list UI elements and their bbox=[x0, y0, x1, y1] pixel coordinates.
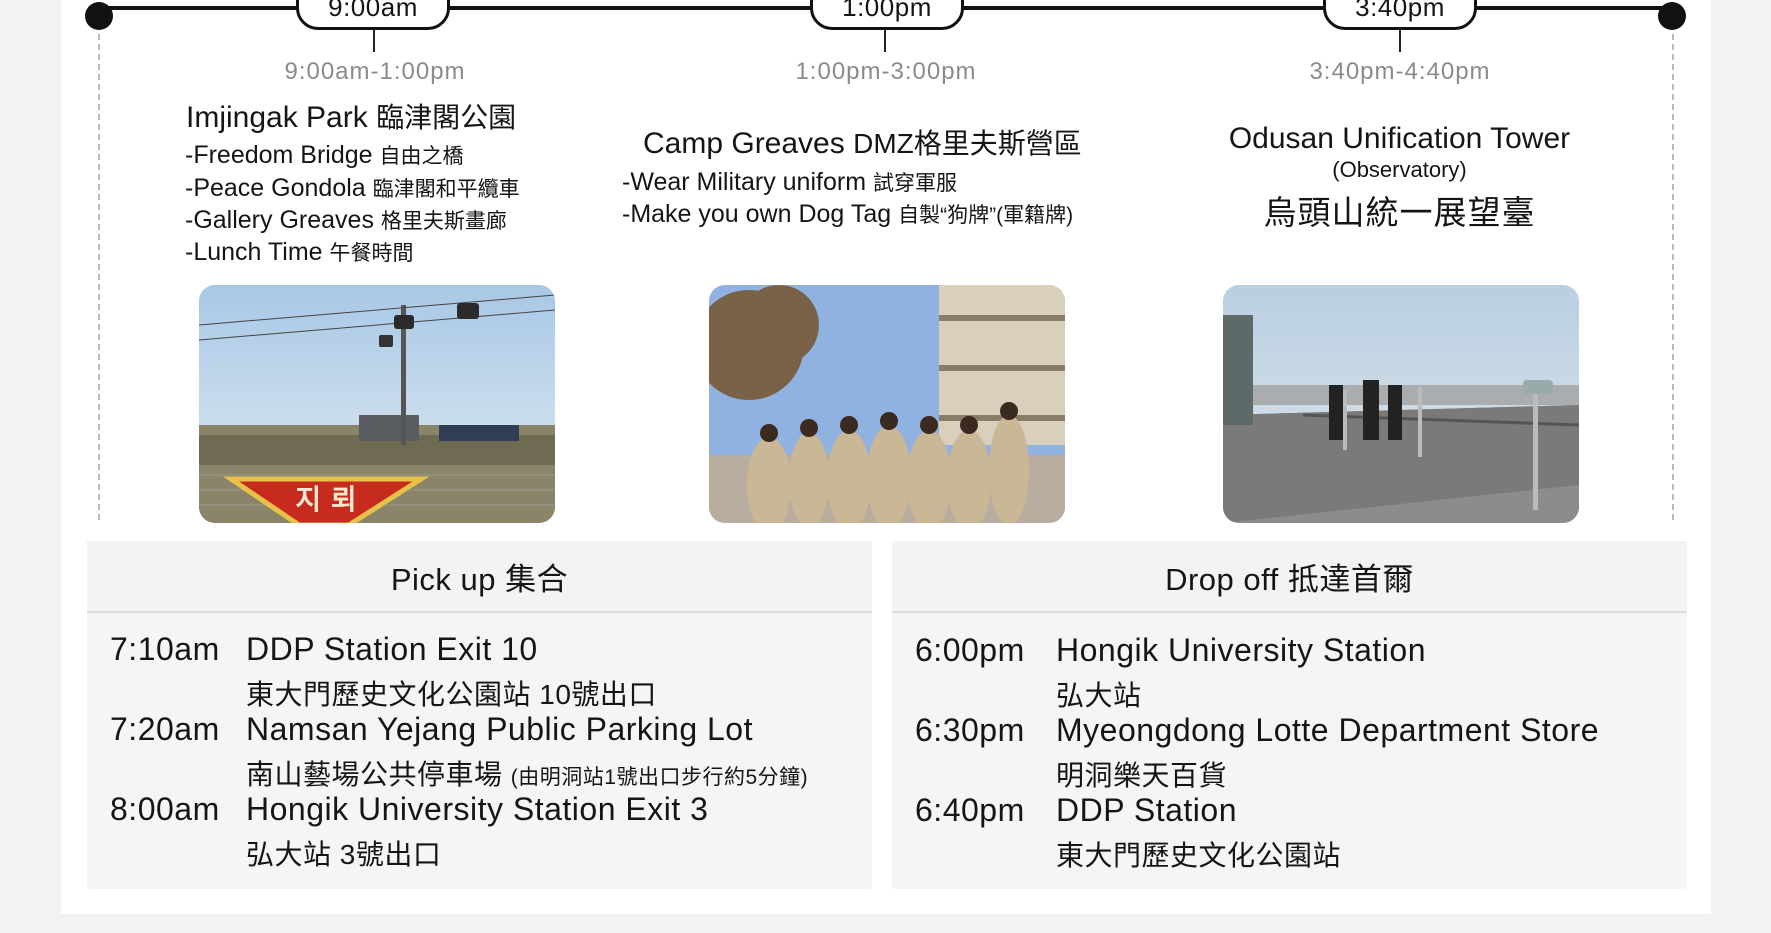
timeline-tick bbox=[1399, 30, 1401, 52]
stop-title-zh: 烏頭山統一展望臺 bbox=[1263, 194, 1536, 231]
dropoff-location-zh: 明洞樂天百貨 bbox=[1056, 760, 1228, 791]
stop-time-range: 9:00am-1:00pm bbox=[284, 58, 466, 85]
activity-item: -Wear Military uniform 試穿軍服 bbox=[622, 167, 957, 197]
dropoff-time: 6:00pm bbox=[915, 632, 1025, 668]
activity-zh: 自製“狗牌”(軍籍牌) bbox=[898, 204, 1074, 227]
dropoff-panel: Drop off 抵達首爾 6:00pm Hongik University S… bbox=[892, 541, 1687, 889]
dropoff-heading: Drop off 抵達首爾 bbox=[892, 541, 1687, 613]
pickup-time: 7:20am bbox=[110, 711, 220, 747]
pickup-note: (由明洞站1號出口步行約5分鐘) bbox=[510, 766, 809, 789]
activity-item: -Gallery Greaves 格里夫斯畫廊 bbox=[185, 205, 507, 235]
stop-title-en: Camp Greaves bbox=[643, 127, 845, 160]
stop-title: Camp Greaves DMZ格里夫斯營區 bbox=[643, 122, 1082, 162]
dashed-border-right bbox=[1672, 34, 1674, 520]
pickup-location-zh: 東大門歷史文化公園站 10號出口 bbox=[246, 679, 657, 710]
activity-en: -Wear Military uniform bbox=[622, 168, 867, 196]
pickup-location: DDP Station Exit 10 bbox=[246, 631, 538, 667]
activity-zh: 午餐時間 bbox=[329, 242, 414, 265]
activity-zh: 臨津閣和平纜車 bbox=[372, 178, 520, 201]
stop-title: Imjingak Park 臨津閣公園 bbox=[186, 96, 516, 136]
activity-item: -Freedom Bridge 自由之橋 bbox=[185, 140, 464, 170]
pickup-location: Hongik University Station Exit 3 bbox=[246, 791, 709, 827]
activity-en: -Gallery Greaves bbox=[185, 206, 374, 234]
stop-title-zh: 臨津閣公園 bbox=[376, 102, 517, 133]
pickup-time: 7:10am bbox=[110, 631, 220, 667]
pickup-location: Namsan Yejang Public Parking Lot bbox=[246, 711, 753, 747]
photo-odusan-observatory bbox=[1223, 285, 1579, 523]
timeline-end-dot bbox=[1658, 2, 1686, 30]
activity-en: -Freedom Bridge bbox=[185, 141, 373, 169]
stop-time-range: 1:00pm-3:00pm bbox=[795, 58, 977, 85]
stop-time-range: 3:40pm-4:40pm bbox=[1309, 58, 1491, 85]
pickup-location-zh: 南山藝場公共停車場 (由明洞站1號出口步行約5分鐘) bbox=[246, 753, 808, 793]
dropoff-location: DDP Station bbox=[1056, 792, 1237, 828]
pickup-heading: Pick up 集合 bbox=[87, 541, 872, 613]
timeline-tick bbox=[373, 30, 375, 52]
timeline-marker-3: 3:40pm bbox=[1323, 0, 1477, 30]
stop-title-en: Imjingak Park bbox=[186, 101, 368, 134]
stop-title-en: Odusan Unification Tower bbox=[1228, 122, 1571, 155]
dropoff-time: 6:30pm bbox=[915, 712, 1025, 748]
activity-item: -Lunch Time 午餐時間 bbox=[185, 237, 414, 267]
pickup-time: 8:00am bbox=[110, 791, 220, 827]
timeline-tick bbox=[884, 30, 886, 52]
pickup-location-zh: 弘大站 3號出口 bbox=[246, 839, 442, 870]
timeline-marker-1: 9:00am bbox=[296, 0, 450, 30]
dropoff-location: Hongik University Station bbox=[1056, 632, 1426, 668]
photo-imjingak-gondola: 지 뢰 bbox=[199, 285, 555, 523]
activity-zh: 自由之橋 bbox=[379, 145, 464, 168]
dropoff-location-zh: 東大門歷史文化公園站 bbox=[1056, 840, 1342, 871]
dropoff-location-zh: 弘大站 bbox=[1056, 680, 1142, 711]
dropoff-location: Myeongdong Lotte Department Store bbox=[1056, 712, 1600, 748]
timeline-start-dot bbox=[85, 2, 113, 30]
dropoff-time: 6:40pm bbox=[915, 792, 1025, 828]
activity-item: -Make you own Dog Tag 自製“狗牌”(軍籍牌) bbox=[622, 199, 1073, 229]
dashed-border-left bbox=[98, 34, 100, 520]
stop-subtitle: (Observatory) bbox=[1332, 157, 1467, 182]
activity-zh: 格里夫斯畫廊 bbox=[380, 210, 507, 233]
stop-title-zh: DMZ格里夫斯營區 bbox=[853, 128, 1082, 159]
activity-zh: 試穿軍服 bbox=[872, 172, 957, 195]
activity-en: -Make you own Dog Tag bbox=[622, 200, 892, 228]
timeline-marker-2: 1:00pm bbox=[810, 0, 964, 30]
pickup-location-zh-text: 南山藝場公共停車場 bbox=[246, 759, 503, 790]
pickup-panel: Pick up 集合 7:10am DDP Station Exit 10 東大… bbox=[87, 541, 872, 889]
photo-camp-greaves-group bbox=[709, 285, 1065, 523]
activity-en: -Lunch Time bbox=[185, 238, 323, 266]
activity-en: -Peace Gondola bbox=[185, 174, 366, 202]
minefield-sign-text: 지 뢰 bbox=[295, 483, 356, 516]
activity-item: -Peace Gondola 臨津閣和平纜車 bbox=[185, 173, 520, 203]
